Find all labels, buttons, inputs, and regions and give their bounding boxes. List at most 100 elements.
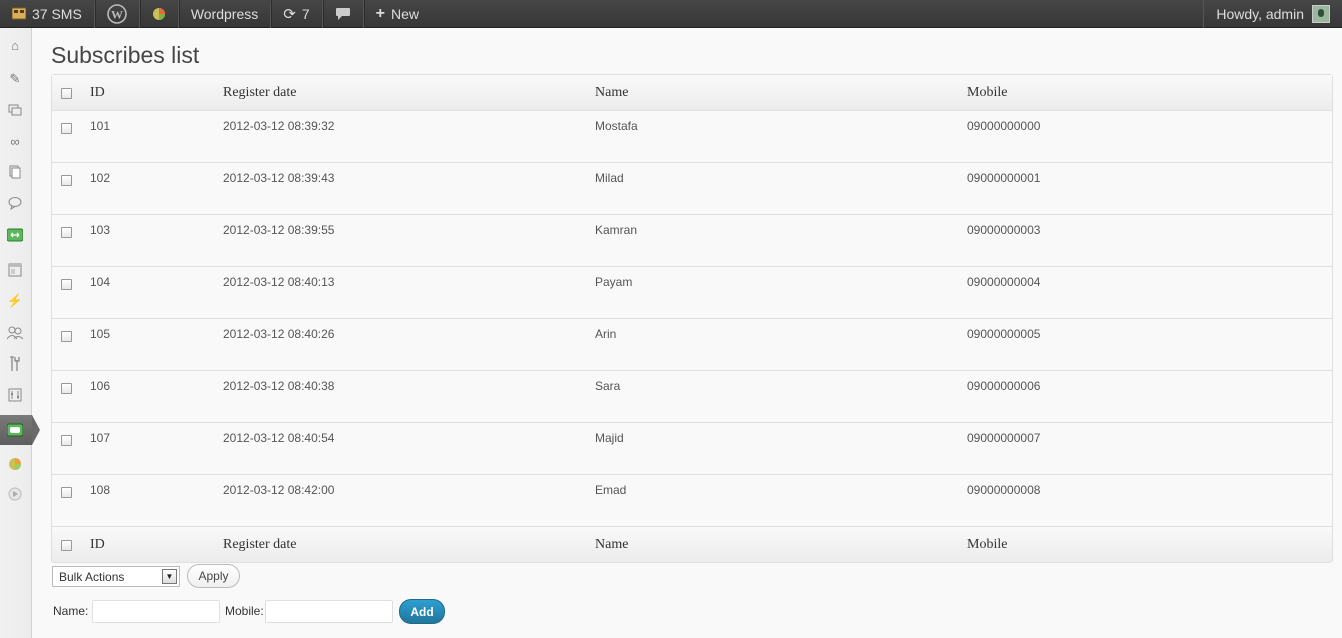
column-header-register-date[interactable]: Register date [223,85,296,101]
select-all-checkbox-footer[interactable] [61,540,72,551]
cell-register-date: 2012-03-12 08:40:38 [223,379,335,393]
table-row: 103 2012-03-12 08:39:55 Kamran 090000000… [52,215,1332,267]
cell-register-date: 2012-03-12 08:39:55 [223,223,335,237]
cell-mobile: 09000000004 [967,275,1041,289]
cell-name: Majid [595,431,624,445]
table-footer: ID Register date Name Mobile [52,526,1332,562]
comment-bubble-icon [335,7,351,21]
cell-id: 105 [90,327,111,341]
new-label: New [390,5,419,22]
cell-id: 101 [90,119,111,133]
sms-count-label: 37 SMS [32,5,82,22]
table-row: 108 2012-03-12 08:42:00 Emad 09000000008 [52,475,1332,526]
cell-id: 107 [90,431,111,445]
site-name-item[interactable]: Wordpress [179,0,272,28]
subscribers-active-icon[interactable] [6,421,24,439]
svg-text:W: W [111,7,123,21]
stats-icon [152,7,166,21]
subscribers-table: ID Register date Name Mobile 101 2012-03… [51,74,1333,563]
cell-name: Emad [595,483,627,497]
column-footer-name[interactable]: Name [595,537,628,553]
cell-register-date: 2012-03-12 08:42:00 [223,483,335,497]
appearance-icon[interactable] [6,261,24,279]
cell-name: Mostafa [595,119,638,133]
select-all-checkbox[interactable] [61,88,72,99]
admin-bar: 37 SMS W Wordpress ⟳ 7 + New Howdy, admi… [0,0,1342,28]
row-checkbox[interactable] [61,279,72,290]
table-row: 102 2012-03-12 08:39:43 Milad 0900000000… [52,163,1332,215]
site-name-label: Wordpress [190,5,259,22]
cell-mobile: 09000000006 [967,379,1041,393]
cell-name: Milad [595,171,624,185]
cell-mobile: 09000000000 [967,119,1041,133]
account-item[interactable]: Howdy, admin [1203,0,1342,28]
cell-mobile: 09000000001 [967,171,1041,185]
add-button[interactable]: Add [399,599,445,624]
row-checkbox[interactable] [61,487,72,498]
cell-register-date: 2012-03-12 08:40:26 [223,327,335,341]
sms-icon [12,7,26,21]
cell-register-date: 2012-03-12 08:40:54 [223,431,335,445]
avatar [1312,4,1330,23]
cell-id: 103 [90,223,111,237]
pushpin-icon[interactable]: ✎ [6,70,24,88]
plugins-icon[interactable]: ⚡ [6,292,24,310]
column-footer-mobile[interactable]: Mobile [967,537,1007,553]
settings-icon[interactable] [6,386,24,404]
column-header-id[interactable]: ID [90,85,105,101]
table-header: ID Register date Name Mobile [52,75,1332,111]
cell-mobile: 09000000005 [967,327,1041,341]
chevron-down-icon[interactable]: ▼ [162,569,177,584]
users-icon[interactable] [6,324,24,342]
wordpress-logo-icon: W [107,3,127,24]
mobile-input[interactable] [265,600,393,623]
row-checkbox[interactable] [61,383,72,394]
cell-mobile: 09000000003 [967,223,1041,237]
pages-icon[interactable] [6,163,24,181]
plus-icon: + [375,4,385,22]
stats-item[interactable] [140,0,179,28]
cell-name: Payam [595,275,633,289]
column-footer-id[interactable]: ID [90,537,105,553]
column-footer-register-date[interactable]: Register date [223,537,296,553]
media-icon[interactable] [6,101,24,119]
cell-id: 108 [90,483,111,497]
cell-mobile: 09000000008 [967,483,1041,497]
table-row: 104 2012-03-12 08:40:13 Payam 0900000000… [52,267,1332,319]
links-icon[interactable]: ∞ [6,132,24,150]
cell-id: 102 [90,171,111,185]
cell-name: Kamran [595,223,638,237]
row-checkbox[interactable] [61,331,72,342]
row-checkbox[interactable] [61,123,72,134]
row-checkbox[interactable] [61,227,72,238]
table-row: 107 2012-03-12 08:40:54 Majid 0900000000… [52,423,1332,475]
collapse-menu-icon[interactable] [6,485,24,503]
sms-count-item[interactable]: 37 SMS [0,0,95,28]
updates-item[interactable]: ⟳ 7 [271,0,323,28]
comments-icon[interactable] [6,194,24,212]
row-checkbox[interactable] [61,435,72,446]
tools-icon[interactable] [6,355,24,373]
new-content-item[interactable]: + New [364,0,431,28]
updates-count: 7 [301,5,310,22]
cell-name: Arin [595,327,617,341]
stats-pie-icon[interactable] [6,455,24,473]
name-input[interactable] [92,600,220,623]
sms-plugin-icon[interactable] [6,226,24,244]
table-row: 106 2012-03-12 08:40:38 Sara 09000000006 [52,371,1332,423]
cell-register-date: 2012-03-12 08:40:13 [223,275,335,289]
howdy-label: Howdy, admin [1216,5,1304,22]
column-header-name[interactable]: Name [595,85,628,101]
table-body: 101 2012-03-12 08:39:32 Mostafa 09000000… [52,111,1332,526]
apply-button[interactable]: Apply [187,564,240,588]
column-header-mobile[interactable]: Mobile [967,85,1007,101]
wordpress-logo-item[interactable]: W [95,0,140,28]
comments-item[interactable] [323,0,364,28]
cell-id: 106 [90,379,111,393]
name-label: Name: [53,604,89,618]
bulk-actions-select[interactable]: Bulk Actions ▼ [52,566,180,587]
row-checkbox[interactable] [61,175,72,186]
side-menu: ⌂ ✎ ∞ ⚡ [0,28,40,638]
refresh-icon: ⟳ [283,5,296,23]
dashboard-icon[interactable]: ⌂ [6,36,24,54]
